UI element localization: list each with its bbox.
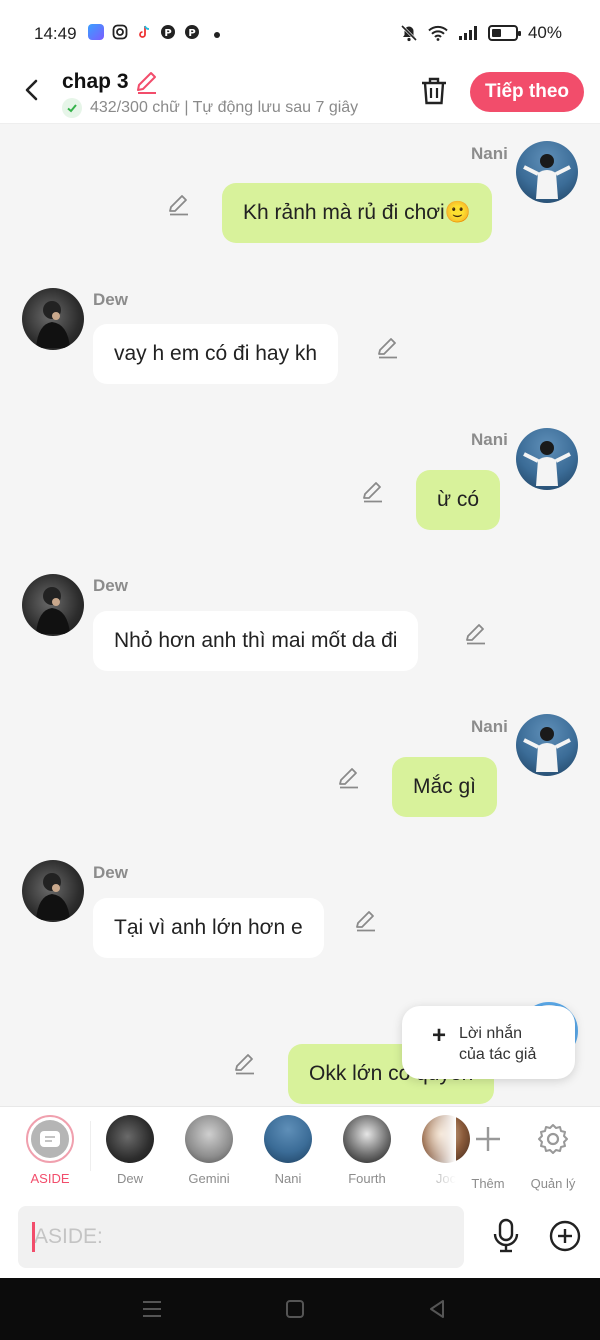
author-note-popup[interactable]: + Lời nhắn của tác giả (402, 1006, 575, 1079)
sender-name: Dew (93, 290, 128, 309)
status-time: 14:49 (34, 24, 77, 43)
character-label: Dew (116, 1171, 143, 1186)
plus-icon (476, 1127, 500, 1151)
message-bubble[interactable]: ừ có (416, 470, 501, 530)
word-count-status: 432/300 chữ | Tự động lưu sau 7 giây (90, 99, 359, 116)
pinterest-icon: P (185, 25, 199, 39)
character-fourth[interactable]: Fourth (335, 1115, 399, 1186)
sender-name: Nani (471, 430, 508, 449)
pinterest-icon: P (161, 25, 175, 39)
add-attachment-icon[interactable] (548, 1219, 582, 1253)
save-status: 432/300 chữ | Tự động lưu sau 7 giây (62, 98, 358, 118)
next-button[interactable]: Tiếp theo (470, 72, 584, 112)
editor-header: chap 3 432/300 chữ | Tự động lưu sau 7 g… (0, 64, 600, 124)
sender-name: Dew (93, 863, 128, 882)
svg-text:P: P (188, 28, 195, 39)
wifi-icon (428, 25, 448, 41)
sender-name: Nani (471, 717, 508, 736)
character-dew[interactable]: Dew (98, 1115, 162, 1186)
chapter-title: chap 3 (62, 70, 129, 93)
avatar-nani[interactable] (516, 714, 578, 776)
edit-message-pencil-icon[interactable] (354, 909, 378, 933)
author-note-label: Lời nhắn của tác giả (459, 1023, 536, 1065)
check-icon (62, 98, 82, 118)
system-nav-bar (0, 1278, 600, 1340)
avatar-dew[interactable] (22, 288, 84, 350)
character-gemini[interactable]: Gemini (177, 1115, 241, 1186)
mute-icon (400, 24, 418, 42)
gear-icon (538, 1124, 568, 1154)
edit-message-pencil-icon[interactable] (464, 622, 488, 646)
recents-menu-icon[interactable] (140, 1298, 164, 1320)
trash-icon[interactable] (420, 76, 448, 106)
avatar-fourth (343, 1115, 391, 1163)
svg-text:P: P (164, 28, 171, 39)
message-input[interactable] (18, 1206, 464, 1268)
edit-message-pencil-icon[interactable] (361, 480, 385, 504)
scroll-fade (420, 1107, 456, 1199)
sender-name: Nani (471, 144, 508, 163)
status-right: 40% (400, 23, 562, 43)
messenger-icon (88, 24, 104, 40)
notification-icons: P P (88, 24, 220, 40)
author-note-line2: của tác giả (459, 1046, 537, 1063)
edit-message-pencil-icon[interactable] (376, 336, 400, 360)
message-bubble[interactable]: Nhỏ hơn anh thì mai mốt da đi (93, 611, 419, 671)
text-caret (32, 1222, 35, 1252)
aside-message-icon (40, 1131, 60, 1147)
plus-icon: + (432, 1022, 447, 1049)
edit-message-pencil-icon[interactable] (337, 766, 361, 790)
manage-characters-button[interactable]: Quản lý (521, 1115, 585, 1191)
add-character-button[interactable]: Thêm (456, 1115, 520, 1191)
signal-icon (458, 26, 477, 40)
home-square-icon[interactable] (284, 1298, 306, 1320)
microphone-icon[interactable] (490, 1218, 522, 1254)
character-aside[interactable]: ASIDE (18, 1115, 82, 1186)
author-note-line1: Lời nhắn (459, 1025, 522, 1042)
avatar-nani (264, 1115, 312, 1163)
character-label: Fourth (348, 1171, 386, 1186)
avatar-nani[interactable] (516, 428, 578, 490)
message-bubble[interactable]: Tại vì anh lớn hơn e (93, 898, 324, 958)
edit-message-pencil-icon[interactable] (167, 193, 191, 217)
character-bar: ASIDE Dew Gemini Nani Fourth Joc Thêm Qu… (0, 1106, 600, 1199)
message-bubble[interactable]: Kh rảnh mà rủ đi chơi🙂 (222, 183, 492, 243)
add-label: Thêm (471, 1176, 505, 1191)
avatar-dew (106, 1115, 154, 1163)
edit-title-pencil-icon[interactable] (134, 70, 160, 96)
avatar-gemini (185, 1115, 233, 1163)
sender-name: Dew (93, 576, 128, 595)
battery-icon (487, 25, 521, 41)
message-bubble[interactable]: Mắc gì (392, 757, 498, 817)
divider (90, 1121, 91, 1171)
aside-avatar (26, 1115, 74, 1163)
avatar-dew[interactable] (22, 574, 84, 636)
back-triangle-icon[interactable] (426, 1298, 448, 1320)
battery-percent: 40% (527, 23, 562, 42)
character-label: Gemini (188, 1171, 230, 1186)
chat-area[interactable]: Nani Kh rảnh mà rủ đi chơi🙂 Dew vay h em… (0, 124, 600, 1106)
character-label: ASIDE (30, 1171, 70, 1186)
back-arrow-icon[interactable] (18, 76, 46, 104)
character-label: Nani (274, 1171, 302, 1186)
character-nani[interactable]: Nani (256, 1115, 320, 1186)
status-bar: 14:49 P P 40% (0, 0, 600, 64)
tiktok-icon (139, 25, 150, 38)
more-notifications-dot (214, 31, 220, 38)
input-bar (0, 1198, 600, 1278)
instagram-icon (112, 24, 128, 40)
avatar-nani[interactable] (516, 141, 578, 203)
avatar-dew[interactable] (22, 860, 84, 922)
edit-message-pencil-icon[interactable] (233, 1052, 257, 1076)
message-bubble[interactable]: vay h em có đi hay kh (93, 324, 339, 384)
manage-label: Quản lý (530, 1176, 576, 1191)
